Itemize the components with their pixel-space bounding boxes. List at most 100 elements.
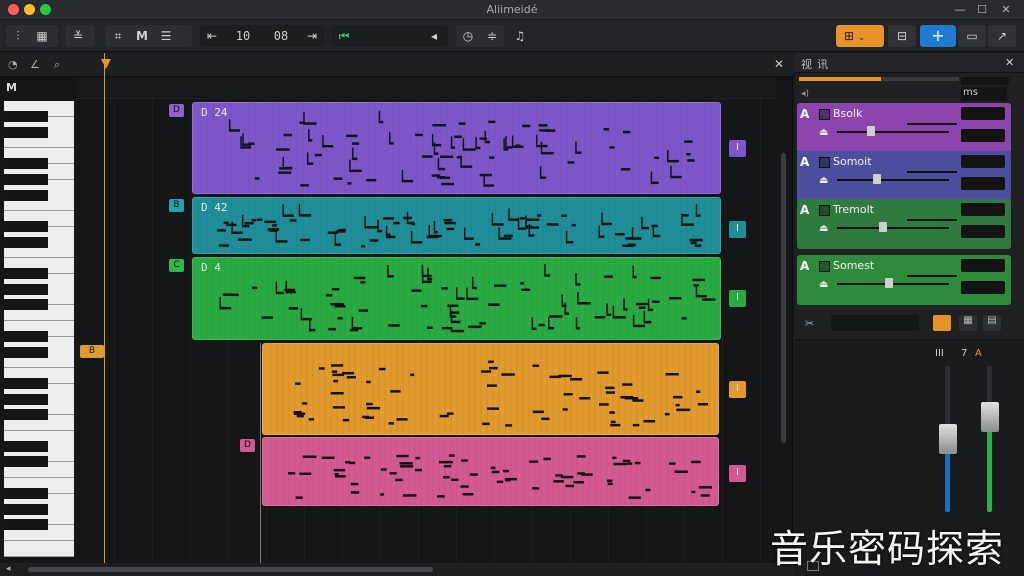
region-end-marker[interactable]: I bbox=[729, 465, 746, 482]
pan-slider[interactable] bbox=[907, 123, 957, 125]
volume-slider[interactable] bbox=[837, 227, 949, 229]
grid-icon[interactable]: ▦ bbox=[959, 315, 977, 331]
piano-black-key[interactable] bbox=[4, 236, 48, 248]
record-icon[interactable]: ⏏ bbox=[819, 175, 828, 186]
region-tag[interactable]: B bbox=[169, 199, 184, 212]
settings-icon[interactable]: ▤ bbox=[983, 315, 1001, 331]
horizontal-scrollbar[interactable]: ◂ bbox=[0, 563, 793, 576]
piano-black-key[interactable] bbox=[4, 377, 48, 389]
track-mute-checkbox[interactable] bbox=[819, 157, 830, 168]
loop-browser-icon[interactable]: ↗ bbox=[988, 25, 1016, 47]
master-fader[interactable] bbox=[981, 402, 999, 432]
midi-region[interactable] bbox=[262, 437, 719, 506]
library-grid-icon[interactable]: ▦ bbox=[30, 25, 54, 47]
pan-slider[interactable] bbox=[907, 171, 957, 173]
playhead[interactable] bbox=[104, 53, 105, 563]
forward-icon[interactable]: ⇥ bbox=[300, 25, 324, 47]
marquee-icon[interactable]: ⊟ bbox=[888, 25, 916, 47]
piano-black-key[interactable] bbox=[4, 283, 48, 295]
piano-black-key[interactable] bbox=[4, 111, 48, 122]
piano-black-key[interactable] bbox=[4, 173, 48, 185]
piano-black-key[interactable] bbox=[4, 299, 48, 311]
midi-region[interactable]: D 4 bbox=[192, 257, 721, 340]
inspector-tab[interactable]: 讯 bbox=[817, 56, 828, 72]
piano-black-key[interactable] bbox=[4, 440, 48, 452]
piano-black-key[interactable] bbox=[4, 503, 48, 515]
speaker-icon[interactable]: ◂) bbox=[801, 89, 809, 99]
piano-black-key[interactable] bbox=[4, 393, 48, 405]
mixer-view-icon[interactable]: ⫶ bbox=[6, 25, 30, 47]
piano-black-key[interactable] bbox=[4, 330, 48, 342]
track-header[interactable]: A Bsolk ⏏ bbox=[797, 103, 1011, 153]
midi-region[interactable]: D 42 bbox=[192, 197, 721, 254]
track-header[interactable]: A Somoit ⏏ bbox=[797, 151, 1011, 201]
notepad-icon[interactable]: ▭ bbox=[958, 25, 986, 47]
add-track-button[interactable]: + bbox=[920, 25, 956, 47]
record-icon[interactable]: ⏏ bbox=[819, 223, 828, 234]
rewind-icon[interactable]: ⇤ bbox=[200, 25, 224, 47]
piano-black-key[interactable] bbox=[4, 409, 48, 421]
editor-icon[interactable]: ≚ bbox=[66, 25, 90, 47]
volume-knob[interactable] bbox=[867, 126, 875, 136]
volume-knob[interactable] bbox=[885, 278, 893, 288]
region-name-field[interactable] bbox=[831, 315, 919, 331]
region-tag[interactable]: B bbox=[80, 345, 104, 358]
piano-black-key[interactable] bbox=[4, 487, 48, 499]
tuner-icon[interactable]: ≑ bbox=[480, 25, 504, 47]
close-icon[interactable]: ✕ bbox=[996, 2, 1016, 18]
region-tag[interactable]: C bbox=[169, 259, 184, 272]
midi-region[interactable] bbox=[262, 343, 719, 435]
close-inspector-icon[interactable]: ✕ bbox=[1005, 56, 1014, 69]
lock-icon[interactable] bbox=[933, 315, 951, 331]
track-header[interactable]: A Somest ⏏ bbox=[797, 255, 1011, 305]
automation-icon[interactable]: ∠ bbox=[30, 58, 40, 71]
bell-icon[interactable]: ♫ bbox=[508, 25, 532, 47]
piano-keyboard[interactable] bbox=[4, 101, 74, 557]
list-editor-icon[interactable]: ☰ bbox=[154, 25, 178, 47]
play-from-start-icon[interactable]: ⏮ bbox=[332, 25, 356, 47]
clock-icon[interactable]: ◔ bbox=[8, 58, 18, 71]
track-mute-checkbox[interactable] bbox=[819, 109, 830, 120]
record-icon[interactable]: ⏏ bbox=[819, 127, 828, 138]
timeline-ruler[interactable] bbox=[76, 77, 776, 99]
close-editor-icon[interactable]: ✕ bbox=[774, 57, 784, 71]
restore-icon[interactable]: ☐ bbox=[972, 2, 992, 18]
scroll-left-icon[interactable]: ◂ bbox=[6, 564, 11, 574]
piano-white-key[interactable] bbox=[4, 540, 74, 557]
region-tag[interactable]: D bbox=[169, 104, 184, 117]
volume-knob[interactable] bbox=[879, 222, 887, 232]
vertical-scrollbar[interactable] bbox=[781, 153, 786, 443]
horizontal-scroll-thumb[interactable] bbox=[28, 567, 433, 572]
zoom-icon[interactable]: ⌕ bbox=[54, 58, 60, 72]
region-tag[interactable]: D bbox=[240, 439, 255, 452]
volume-fader[interactable] bbox=[939, 424, 957, 454]
playhead-marker[interactable] bbox=[101, 59, 111, 69]
volume-slider[interactable] bbox=[837, 283, 949, 285]
region-end-marker[interactable]: I bbox=[729, 381, 746, 398]
track-mute-checkbox[interactable] bbox=[819, 261, 830, 272]
piano-black-key[interactable] bbox=[4, 268, 48, 279]
smart-tool-icon[interactable]: ⌗ bbox=[106, 25, 130, 47]
region-end-marker[interactable]: I bbox=[729, 221, 746, 238]
minimize-icon[interactable]: — bbox=[950, 2, 970, 18]
volume-knob[interactable] bbox=[873, 174, 881, 184]
volume-slider[interactable] bbox=[837, 179, 949, 181]
piano-black-key[interactable] bbox=[4, 158, 48, 170]
region-end-marker[interactable]: I bbox=[729, 140, 746, 157]
track-header[interactable]: A Tremolt ⏏ bbox=[797, 199, 1011, 249]
inspector-tab[interactable]: 视 bbox=[801, 56, 812, 72]
volume-slider[interactable] bbox=[837, 131, 949, 133]
cycle-button[interactable]: ⊞ ⌄ bbox=[836, 25, 884, 47]
piano-black-key[interactable] bbox=[4, 519, 48, 531]
track-mute-checkbox[interactable] bbox=[819, 205, 830, 216]
midi-button[interactable]: M bbox=[130, 25, 154, 47]
piano-black-key[interactable] bbox=[4, 189, 48, 201]
skip-back-icon[interactable]: ◂ bbox=[422, 25, 446, 47]
metronome-clock-icon[interactable]: ◷ bbox=[456, 25, 480, 47]
region-end-marker[interactable]: I bbox=[729, 290, 746, 307]
record-icon[interactable]: ⏏ bbox=[819, 279, 828, 290]
piano-black-key[interactable] bbox=[4, 220, 48, 232]
piano-black-key[interactable] bbox=[4, 346, 48, 358]
scissors-icon[interactable]: ✂ bbox=[805, 317, 814, 330]
midi-region[interactable]: D 24 bbox=[192, 102, 721, 194]
